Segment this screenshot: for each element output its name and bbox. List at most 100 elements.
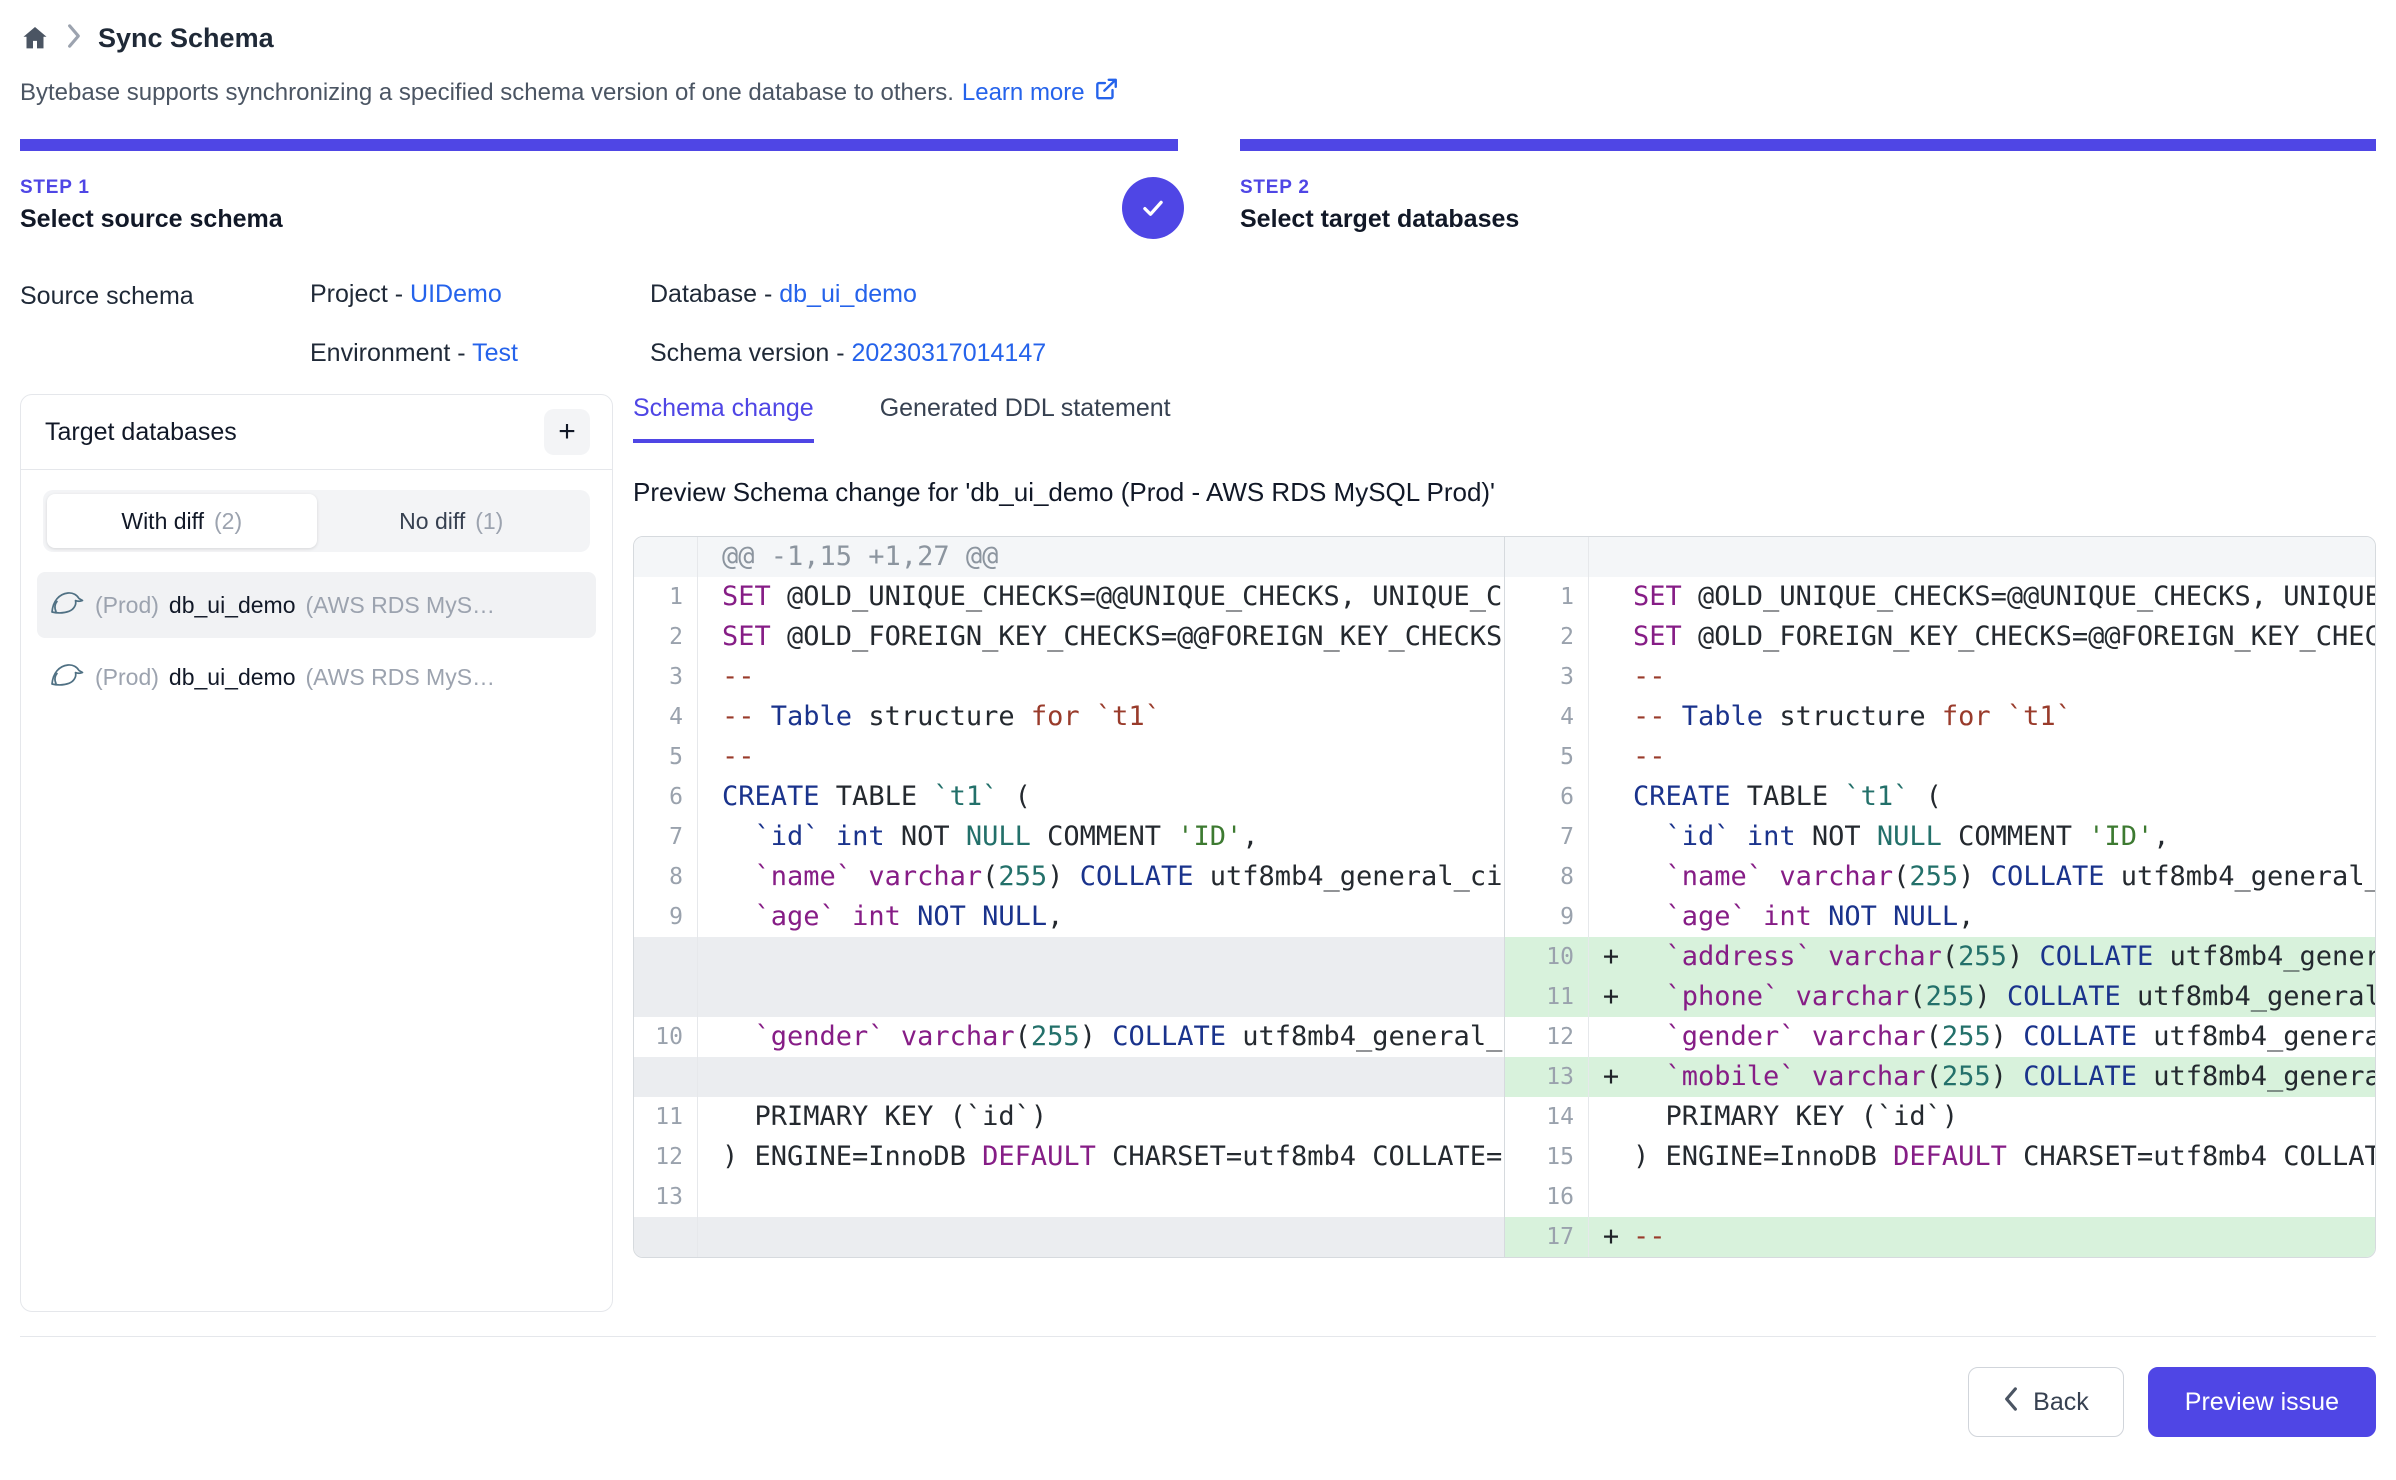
sync-schema-page: Sync Schema Bytebase supports synchroniz… (0, 0, 2396, 1480)
tab-with-diff[interactable]: With diff(2) (47, 494, 317, 548)
source-schema-section: Source schema Project - UIDemoDatabase -… (20, 280, 2376, 368)
source-field-value-link[interactable]: Test (472, 339, 518, 367)
back-button[interactable]: Back (1968, 1367, 2124, 1437)
code-token: `gender` (1666, 1021, 1796, 1052)
code-token (1779, 981, 1795, 1012)
code-token: for (1942, 701, 1991, 732)
step-1-done-check-icon (1122, 177, 1184, 239)
diff-row: @@ -1,15 +1,27 @@ (634, 537, 1504, 577)
code-token: `mobile` (1666, 1061, 1796, 1092)
preview-title: Preview Schema change for 'db_ui_demo (P… (633, 477, 2376, 508)
code-token: COLLATE (1991, 861, 2105, 892)
panel-divider (21, 469, 612, 470)
source-field-value-link[interactable]: 20230317014147 (851, 339, 1046, 367)
diff-row: 4-- Table structure for `t1` (634, 697, 1504, 737)
code-token: @@ -1,15 +1,27 @@ (722, 541, 998, 572)
code-token: ( (1926, 1021, 1942, 1052)
code-line: -- (1633, 1217, 2375, 1257)
preview-issue-button[interactable]: Preview issue (2148, 1367, 2376, 1437)
diff-marker (1589, 1017, 1633, 1057)
line-number: 15 (1505, 1137, 1589, 1177)
code-token: -- (722, 661, 755, 692)
code-token: -- (1633, 1221, 1666, 1252)
line-number: 9 (1505, 897, 1589, 937)
code-token: @OLD_FOREIGN_KEY_CHECKS=@@FOREIGN_KEY_CH… (771, 621, 1504, 652)
code-token: -- (722, 701, 771, 732)
diff-row: 13 (634, 1177, 1504, 1217)
code-token: utf8mb4_general_ci DEFAULT NULL, (2137, 1061, 2375, 1092)
line-number: 4 (1505, 697, 1589, 737)
source-field-value-link[interactable]: db_ui_demo (779, 280, 917, 308)
code-token: `age` (755, 901, 836, 932)
code-token: DEFAULT (1893, 1141, 2007, 1172)
step-1-bar (20, 139, 1178, 151)
code-token: @OLD_UNIQUE_CHECKS=@@UNIQUE_CHECKS, UNIQ… (771, 581, 1504, 612)
code-token: utf8mb4_general_ci DEFAULT NULL, (1226, 1021, 1504, 1052)
code-token: varchar (868, 861, 982, 892)
code-line: `age` int NOT NULL, (698, 897, 1504, 937)
code-line: CREATE TABLE `t1` ( (698, 777, 1504, 817)
breadcrumb-chevron-icon (66, 23, 82, 54)
source-field-value-link[interactable]: UIDemo (410, 280, 502, 308)
code-token: varchar (1779, 861, 1893, 892)
code-token: ) (1958, 861, 1991, 892)
code-token: Table (771, 701, 852, 732)
add-target-database-button[interactable]: + (544, 409, 590, 455)
code-line: -- (1633, 657, 2375, 697)
diff-marker: + (1589, 1217, 1633, 1257)
code-line: ) ENGINE=InnoDB DEFAULT CHARSET=utf8mb4 … (698, 1137, 1504, 1177)
line-number (634, 1217, 698, 1257)
diff-marker: + (1589, 977, 1633, 1017)
code-token (1633, 941, 1666, 972)
target-database-item[interactable]: (Prod)db_ui_demo(AWS RDS MyS… (37, 644, 596, 710)
main-area: Target databases + With diff(2)No diff(1… (20, 394, 2376, 1312)
code-token: COLLATE (2007, 981, 2121, 1012)
footer-divider (20, 1336, 2376, 1337)
code-token: ) (1080, 1021, 1113, 1052)
code-token: 255 (1958, 941, 2007, 972)
diff-filter-tabs: With diff(2)No diff(1) (43, 490, 590, 552)
code-token: `id` (755, 821, 820, 852)
preview-content: Schema change Generated DDL statement Pre… (633, 394, 2376, 1258)
code-line: SET @OLD_FOREIGN_KEY_CHECKS=@@FOREIGN_KE… (1633, 617, 2375, 657)
code-token: NOT (885, 821, 966, 852)
home-icon[interactable] (20, 23, 50, 53)
diff-marker (1589, 857, 1633, 897)
diff-pane-source: @@ -1,15 +1,27 @@1SET @OLD_UNIQUE_CHECKS… (634, 537, 1504, 1257)
step-progress: STEP 1 Select source schema STEP 2 Selec… (20, 139, 2376, 234)
code-token: SET (1633, 621, 1682, 652)
tab-label: No diff (399, 508, 465, 535)
code-token: PRIMARY KEY (`id`) (722, 1101, 1047, 1132)
diff-marker (1589, 697, 1633, 737)
code-line: `name` varchar(255) COLLATE utf8mb4_gene… (1633, 857, 2375, 897)
code-token: CREATE (1633, 781, 1731, 812)
diff-row: 5-- (1505, 737, 2375, 777)
tab-generated-ddl-statement[interactable]: Generated DDL statement (880, 394, 1171, 443)
code-token: CREATE (722, 781, 820, 812)
diff-row: 12) ENGINE=InnoDB DEFAULT CHARSET=utf8mb… (634, 1137, 1504, 1177)
code-token: varchar (1812, 1021, 1926, 1052)
code-token: NOT (1796, 821, 1877, 852)
code-line (698, 1057, 1504, 1097)
code-token (722, 1021, 755, 1052)
target-database-item[interactable]: (Prod)db_ui_demo(AWS RDS MyS… (37, 572, 596, 638)
tab-no-diff[interactable]: No diff(1) (317, 494, 587, 548)
code-token (1633, 1061, 1666, 1092)
line-number: 11 (1505, 977, 1589, 1017)
line-number: 17 (1505, 1217, 1589, 1257)
code-token: Table (1682, 701, 1763, 732)
tab-schema-change[interactable]: Schema change (633, 394, 814, 443)
code-token: SET (722, 581, 771, 612)
code-token: TABLE (820, 781, 934, 812)
diff-marker: + (1589, 1057, 1633, 1097)
code-token (1991, 701, 2007, 732)
learn-more-link[interactable]: Learn more (962, 76, 1119, 109)
code-token: CHARSET=utf8mb4 COLLATE=utf8mb4_general_… (2007, 1141, 2375, 1172)
code-token: ) (1991, 1021, 2024, 1052)
diff-row: 1SET @OLD_UNIQUE_CHECKS=@@UNIQUE_CHECKS,… (1505, 577, 2375, 617)
code-token (722, 821, 755, 852)
source-schema-fields: Project - UIDemoDatabase - db_ui_demoEnv… (310, 280, 1046, 368)
line-number (634, 1057, 698, 1097)
code-token: varchar (1812, 1061, 1926, 1092)
line-number: 2 (1505, 617, 1589, 657)
